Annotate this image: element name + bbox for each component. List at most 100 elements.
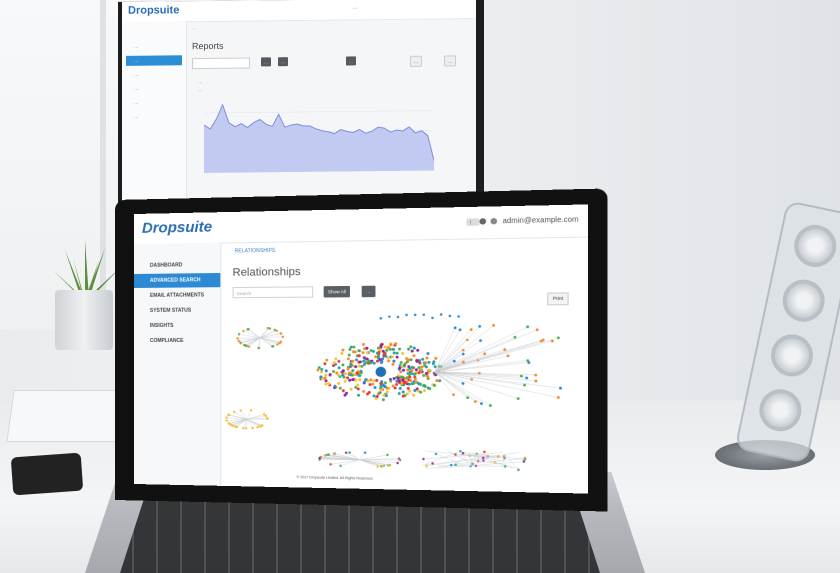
graph-node bbox=[354, 358, 358, 362]
monitor-sidebar-item[interactable]: … bbox=[126, 97, 182, 108]
graph-node bbox=[362, 342, 366, 346]
graph-node bbox=[414, 368, 418, 372]
graph-node bbox=[361, 351, 365, 355]
monitor-sidebar-item[interactable]: … bbox=[126, 83, 182, 94]
graph-node bbox=[426, 375, 430, 379]
graph-node bbox=[351, 378, 355, 382]
graph-node bbox=[379, 382, 383, 386]
graph-node bbox=[418, 361, 422, 365]
graph-node bbox=[352, 345, 356, 349]
graph-node bbox=[419, 390, 423, 394]
graph-node bbox=[367, 390, 371, 394]
graph-node bbox=[358, 378, 362, 382]
monitor-user-menu[interactable]: … bbox=[352, 4, 358, 10]
graph-node bbox=[480, 402, 483, 405]
laptop-sidebar-item[interactable]: DASHBOARD bbox=[134, 258, 220, 273]
page-title: Relationships bbox=[232, 265, 301, 279]
monitor-download-button[interactable]: … bbox=[410, 55, 422, 67]
graph-node bbox=[229, 423, 233, 426]
graph-edge bbox=[435, 356, 508, 373]
graph-node bbox=[357, 393, 361, 397]
graph-node bbox=[331, 364, 335, 368]
graph-node bbox=[427, 368, 431, 372]
graph-node bbox=[416, 348, 420, 352]
monitor-date-button[interactable]: … bbox=[278, 57, 288, 67]
graph-node bbox=[423, 384, 427, 388]
graph-node bbox=[417, 371, 421, 375]
monitor-range-button[interactable]: … bbox=[346, 56, 356, 66]
graph-node bbox=[324, 379, 328, 383]
monitor-sidebar-item[interactable]: … bbox=[126, 111, 182, 122]
show-all-button[interactable]: Show All bbox=[323, 285, 351, 298]
graph-node bbox=[378, 358, 382, 362]
graph-node bbox=[375, 378, 379, 382]
laptop-sidebar-item[interactable]: INSIGHTS bbox=[134, 319, 220, 333]
graph-node bbox=[550, 339, 554, 343]
graph-node bbox=[506, 354, 510, 358]
graph-node bbox=[341, 373, 345, 377]
laptop-sidebar-item[interactable]: SYSTEM STATUS bbox=[134, 303, 220, 318]
graph-node bbox=[452, 393, 455, 397]
monitor-sidebar-item[interactable]: … bbox=[126, 41, 182, 52]
graph-node bbox=[391, 384, 395, 388]
graph-node bbox=[392, 351, 396, 355]
graph-node bbox=[381, 398, 385, 402]
graph-node bbox=[388, 315, 391, 318]
graph-node bbox=[420, 365, 424, 369]
graph-node bbox=[407, 347, 411, 351]
graph-node bbox=[473, 400, 477, 403]
graph-edge bbox=[248, 329, 260, 338]
graph-node bbox=[413, 389, 417, 393]
user-email[interactable]: admin@example.com bbox=[503, 216, 579, 225]
graph-node bbox=[422, 389, 426, 393]
graph-node bbox=[513, 335, 517, 339]
monitor-filter-button[interactable]: … bbox=[261, 57, 271, 67]
graph-node bbox=[389, 379, 393, 383]
date-range-button[interactable]: … bbox=[361, 285, 375, 298]
avatar[interactable] bbox=[489, 217, 498, 226]
monitor-sidebar-item[interactable]: … bbox=[126, 55, 182, 66]
graph-edge bbox=[260, 338, 277, 345]
graph-node bbox=[526, 359, 530, 362]
graph-node bbox=[365, 351, 369, 355]
graph-node bbox=[452, 359, 456, 363]
graph-node bbox=[427, 360, 431, 364]
monitor-sidebar-item[interactable]: … bbox=[126, 69, 182, 80]
graph-edge bbox=[236, 419, 247, 427]
graph-node bbox=[492, 323, 496, 327]
search-input[interactable]: Search bbox=[232, 286, 314, 299]
laptop-sidebar-item[interactable]: COMPLIANCE bbox=[134, 334, 220, 348]
monitor-search-input[interactable]: … bbox=[192, 57, 250, 70]
graph-node bbox=[559, 386, 562, 390]
graph-node bbox=[448, 314, 452, 318]
graph-node bbox=[422, 374, 426, 378]
graph-node bbox=[438, 379, 442, 383]
monitor-breadcrumb: … bbox=[192, 25, 197, 31]
graph-node bbox=[333, 384, 337, 388]
graph-edge bbox=[435, 350, 505, 373]
graph-edge bbox=[260, 338, 280, 343]
graph-node bbox=[372, 379, 376, 383]
laptop-sidebar-item[interactable]: ADVANCED SEARCH bbox=[134, 272, 221, 288]
laptop-sidebar-item[interactable]: EMAIL ATTACHMENTS bbox=[134, 288, 220, 303]
graph-edge bbox=[341, 459, 360, 466]
graph-node bbox=[324, 369, 328, 373]
graph-node bbox=[387, 359, 391, 363]
graph-node bbox=[534, 379, 538, 383]
graph-node bbox=[356, 387, 360, 391]
graph-node bbox=[358, 360, 362, 364]
relationship-graph[interactable] bbox=[224, 303, 585, 474]
graph-node bbox=[345, 376, 349, 380]
graph-node bbox=[346, 357, 350, 361]
graph-node bbox=[413, 372, 417, 376]
app-logo: Dropsuite bbox=[141, 218, 213, 237]
gear-icon[interactable] bbox=[478, 217, 487, 226]
graph-node bbox=[356, 383, 360, 387]
svg-text:!: ! bbox=[470, 221, 472, 227]
graph-node bbox=[332, 370, 336, 373]
breadcrumb[interactable]: RELATIONSHIPS bbox=[235, 248, 276, 255]
graph-node bbox=[376, 465, 379, 468]
monitor-refresh-button[interactable]: … bbox=[444, 55, 456, 67]
graph-node bbox=[325, 358, 329, 362]
graph-node bbox=[348, 348, 352, 351]
